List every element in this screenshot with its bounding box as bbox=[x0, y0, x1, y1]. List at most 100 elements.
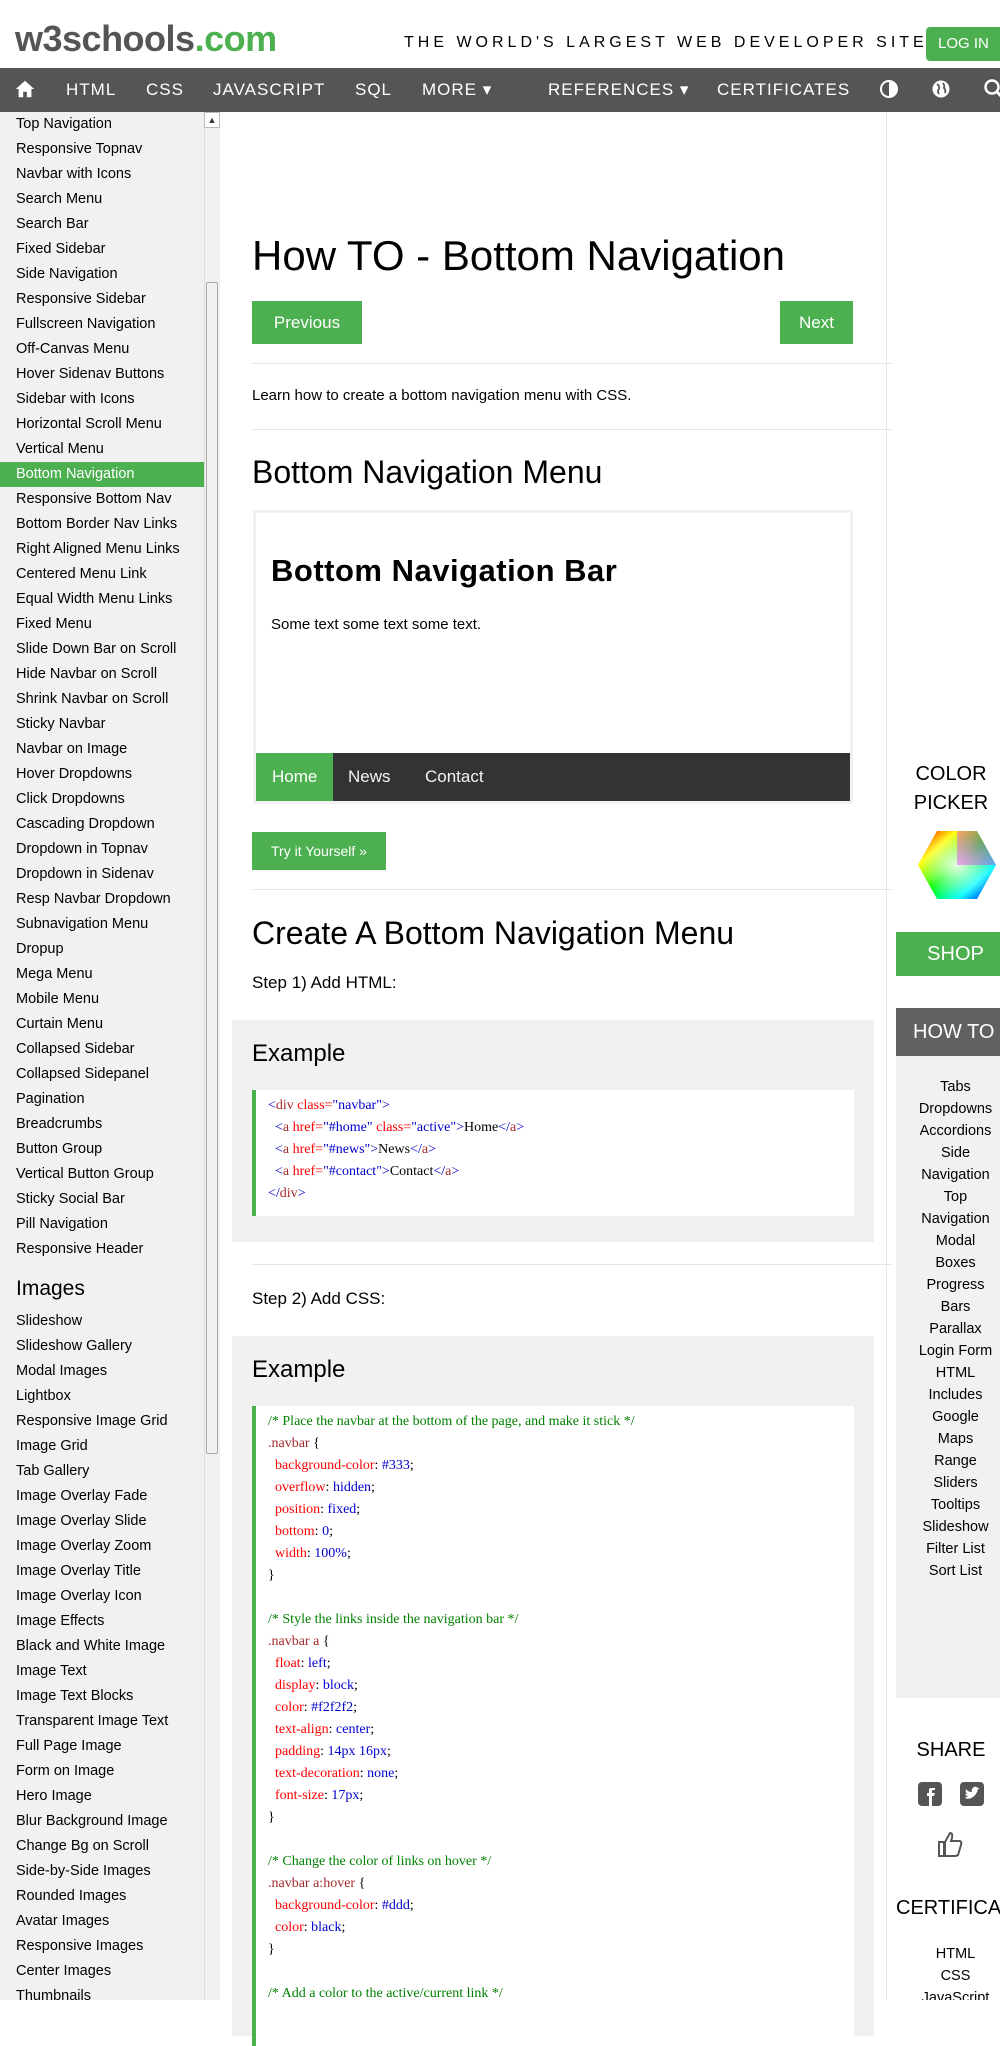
demo-link-news[interactable]: News bbox=[332, 753, 407, 801]
howto-link[interactable]: Filter List bbox=[896, 1538, 1000, 1560]
sidebar-image-item[interactable]: Avatar Images bbox=[0, 1909, 204, 1934]
howto-link[interactable]: Accordions bbox=[896, 1120, 1000, 1142]
scroll-up-arrow[interactable]: ▲ bbox=[204, 112, 220, 128]
sidebar-item[interactable]: Shrink Navbar on Scroll bbox=[0, 687, 204, 712]
demo-link-home[interactable]: Home bbox=[256, 753, 334, 801]
sidebar-item[interactable]: Slide Down Bar on Scroll bbox=[0, 637, 204, 662]
nav-more[interactable]: MORE ▾ bbox=[422, 68, 492, 112]
sidebar-item[interactable]: Right Aligned Menu Links bbox=[0, 537, 204, 562]
sidebar-image-item[interactable]: Image Overlay Slide bbox=[0, 1509, 204, 1534]
sidebar-item[interactable]: Hover Dropdowns bbox=[0, 762, 204, 787]
sidebar-item[interactable]: Responsive Header bbox=[0, 1237, 204, 1262]
sidebar-image-item[interactable]: Change Bg on Scroll bbox=[0, 1834, 204, 1859]
sidebar-item[interactable]: Sidebar with Icons bbox=[0, 387, 204, 412]
sidebar-item[interactable]: Mobile Menu bbox=[0, 987, 204, 1012]
sidebar-scroll-thumb[interactable] bbox=[206, 282, 218, 1454]
howto-link[interactable]: Tabs bbox=[896, 1076, 1000, 1098]
sidebar-item[interactable]: Responsive Bottom Nav bbox=[0, 487, 204, 512]
sidebar-item[interactable]: Resp Navbar Dropdown bbox=[0, 887, 204, 912]
sidebar-item[interactable]: Search Menu bbox=[0, 187, 204, 212]
howto-link[interactable]: Side bbox=[896, 1142, 1000, 1164]
sidebar-image-item[interactable]: Image Overlay Zoom bbox=[0, 1534, 204, 1559]
sidebar-image-item[interactable]: Form on Image bbox=[0, 1759, 204, 1784]
sidebar-item[interactable]: Navbar with Icons bbox=[0, 162, 204, 187]
sidebar-item[interactable]: Fixed Sidebar bbox=[0, 237, 204, 262]
color-picker-icon[interactable] bbox=[917, 830, 997, 900]
sidebar-item[interactable]: Side Navigation bbox=[0, 262, 204, 287]
sidebar-image-item[interactable]: Lightbox bbox=[0, 1384, 204, 1409]
sidebar-item[interactable]: Fixed Menu bbox=[0, 612, 204, 637]
sidebar-item[interactable]: Off-Canvas Menu bbox=[0, 337, 204, 362]
sidebar-image-item[interactable]: Slideshow Gallery bbox=[0, 1334, 204, 1359]
howto-link[interactable]: HTML bbox=[896, 1362, 1000, 1384]
globe-icon[interactable] bbox=[931, 79, 951, 104]
sidebar-item[interactable]: Navbar on Image bbox=[0, 737, 204, 762]
howto-link[interactable]: Dropdowns bbox=[896, 1098, 1000, 1120]
sidebar-item[interactable]: Responsive Topnav bbox=[0, 137, 204, 162]
sidebar-item[interactable]: Curtain Menu bbox=[0, 1012, 204, 1037]
sidebar-item[interactable]: Mega Menu bbox=[0, 962, 204, 987]
twitter-icon[interactable] bbox=[959, 1781, 985, 1812]
sidebar-image-item[interactable]: Slideshow bbox=[0, 1309, 204, 1334]
sidebar-image-item[interactable]: Side-by-Side Images bbox=[0, 1859, 204, 1884]
sidebar-item[interactable]: Bottom Border Nav Links bbox=[0, 512, 204, 537]
sidebar-item[interactable]: Pagination bbox=[0, 1087, 204, 1112]
sidebar-image-item[interactable]: Tab Gallery bbox=[0, 1459, 204, 1484]
sidebar-item[interactable]: Button Group bbox=[0, 1137, 204, 1162]
sidebar-item[interactable]: Vertical Menu bbox=[0, 437, 204, 462]
certificate-link[interactable]: JavaScript bbox=[896, 1987, 1000, 2000]
howto-link[interactable]: Google bbox=[896, 1406, 1000, 1428]
certificate-link[interactable]: HTML bbox=[896, 1943, 1000, 1965]
howto-link[interactable]: Bars bbox=[896, 1296, 1000, 1318]
thumbs-up-icon[interactable] bbox=[936, 1830, 964, 1863]
contrast-icon[interactable] bbox=[879, 79, 899, 104]
sidebar-item[interactable]: Hide Navbar on Scroll bbox=[0, 662, 204, 687]
sidebar-image-item[interactable]: Full Page Image bbox=[0, 1734, 204, 1759]
howto-link[interactable]: Navigation bbox=[896, 1164, 1000, 1186]
sidebar-item[interactable]: Breadcrumbs bbox=[0, 1112, 204, 1137]
howto-link[interactable]: Navigation bbox=[896, 1208, 1000, 1230]
sidebar-image-item[interactable]: Image Text Blocks bbox=[0, 1684, 204, 1709]
certificate-link[interactable]: CSS bbox=[896, 1965, 1000, 1987]
howto-link[interactable]: Modal bbox=[896, 1230, 1000, 1252]
howto-link[interactable]: Parallax bbox=[896, 1318, 1000, 1340]
next-button[interactable]: Next bbox=[780, 301, 853, 344]
facebook-icon[interactable] bbox=[917, 1781, 943, 1812]
sidebar-item[interactable]: Centered Menu Link bbox=[0, 562, 204, 587]
search-icon[interactable] bbox=[983, 78, 1000, 105]
nav-html[interactable]: HTML bbox=[66, 68, 116, 112]
sidebar-item[interactable]: Dropup bbox=[0, 937, 204, 962]
nav-references[interactable]: REFERENCES ▾ bbox=[548, 68, 689, 112]
sidebar-item[interactable]: Vertical Button Group bbox=[0, 1162, 204, 1187]
howto-link[interactable]: Sort List bbox=[896, 1560, 1000, 1582]
sidebar-image-item[interactable]: Thumbnails bbox=[0, 1984, 204, 2000]
howto-link[interactable]: Boxes bbox=[896, 1252, 1000, 1274]
sidebar-item[interactable]: Pill Navigation bbox=[0, 1212, 204, 1237]
sidebar-image-item[interactable]: Responsive Image Grid bbox=[0, 1409, 204, 1434]
sidebar-item[interactable]: Cascading Dropdown bbox=[0, 812, 204, 837]
try-it-yourself-button[interactable]: Try it Yourself » bbox=[252, 832, 386, 870]
sidebar-image-item[interactable]: Image Overlay Fade bbox=[0, 1484, 204, 1509]
howto-link[interactable]: Top bbox=[896, 1186, 1000, 1208]
sidebar-item[interactable]: Dropdown in Sidenav bbox=[0, 862, 204, 887]
howto-link[interactable]: Includes bbox=[896, 1384, 1000, 1406]
sidebar-image-item[interactable]: Center Images bbox=[0, 1959, 204, 1984]
howto-link[interactable]: Maps bbox=[896, 1428, 1000, 1450]
sidebar-image-item[interactable]: Rounded Images bbox=[0, 1884, 204, 1909]
sidebar-image-item[interactable]: Image Overlay Icon bbox=[0, 1584, 204, 1609]
home-icon[interactable] bbox=[14, 78, 36, 105]
sidebar-item[interactable]: Collapsed Sidepanel bbox=[0, 1062, 204, 1087]
sidebar-image-item[interactable]: Hero Image bbox=[0, 1784, 204, 1809]
howto-link[interactable]: Range bbox=[896, 1450, 1000, 1472]
sidebar-image-item[interactable]: Black and White Image bbox=[0, 1634, 204, 1659]
logo[interactable]: w3schools.com bbox=[15, 18, 277, 60]
sidebar-item[interactable]: Fullscreen Navigation bbox=[0, 312, 204, 337]
sidebar-item[interactable]: Sticky Navbar bbox=[0, 712, 204, 737]
sidebar-image-item[interactable]: Image Overlay Title bbox=[0, 1559, 204, 1584]
sidebar-item[interactable]: Search Bar bbox=[0, 212, 204, 237]
nav-css[interactable]: CSS bbox=[146, 68, 184, 112]
nav-certificates[interactable]: CERTIFICATES bbox=[717, 68, 850, 112]
sidebar-image-item[interactable]: Blur Background Image bbox=[0, 1809, 204, 1834]
sidebar-image-item[interactable]: Image Effects bbox=[0, 1609, 204, 1634]
sidebar-item[interactable]: Top Navigation bbox=[0, 112, 204, 137]
